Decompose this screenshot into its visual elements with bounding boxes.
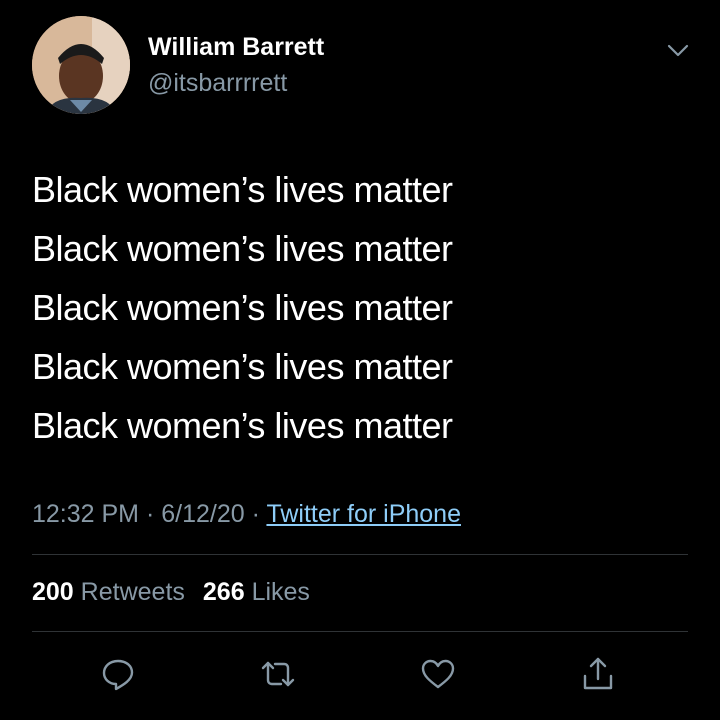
author-info[interactable]: William Barrett @itsbarrrrett — [148, 32, 324, 98]
tweet-text-line: Black women’s lives matter — [32, 346, 453, 387]
like-heart-icon[interactable] — [418, 654, 458, 694]
retweets-stat[interactable]: 200 Retweets — [32, 578, 185, 606]
likes-stat[interactable]: 266 Likes — [203, 578, 310, 606]
tweet-time: 12:32 PM — [32, 500, 140, 528]
retweets-count: 200 — [32, 578, 74, 606]
retweet-icon[interactable] — [258, 654, 298, 694]
tweet-detail: William Barrett @itsbarrrrett Black wome… — [0, 0, 720, 720]
tweet-text-line: Black women’s lives matter — [32, 287, 453, 328]
meta-separator: · — [251, 500, 260, 528]
tweet-text-line: Black women’s lives matter — [32, 405, 453, 446]
share-icon[interactable] — [578, 654, 618, 694]
reply-icon[interactable] — [98, 654, 138, 694]
author-handle[interactable]: @itsbarrrrett — [148, 68, 324, 98]
tweet-meta: 12:32 PM · 6/12/20 · Twitter for iPhone — [32, 496, 461, 532]
likes-count: 266 — [202, 578, 245, 606]
tweet-text: Black women’s lives matter Black women’s… — [32, 160, 682, 455]
avatar[interactable] — [32, 16, 130, 114]
tweet-stats: 200 Retweets 266 Likes — [32, 574, 310, 610]
meta-separator: · — [145, 500, 155, 528]
chevron-down-icon[interactable] — [664, 36, 692, 64]
divider — [32, 554, 688, 555]
tweet-header: William Barrett @itsbarrrrett — [32, 16, 692, 116]
tweet-text-line: Black women’s lives matter — [32, 228, 453, 269]
divider — [32, 631, 688, 632]
profile-photo — [32, 16, 130, 114]
tweet-text-line: Black women’s lives matter — [32, 169, 453, 210]
tweet-actions — [0, 650, 720, 700]
tweet-date: 6/12/20 — [161, 500, 245, 528]
author-display-name[interactable]: William Barrett — [148, 32, 324, 62]
likes-label: Likes — [251, 578, 310, 606]
retweets-label: Retweets — [80, 578, 185, 606]
tweet-source-link[interactable]: Twitter for iPhone — [266, 500, 461, 528]
